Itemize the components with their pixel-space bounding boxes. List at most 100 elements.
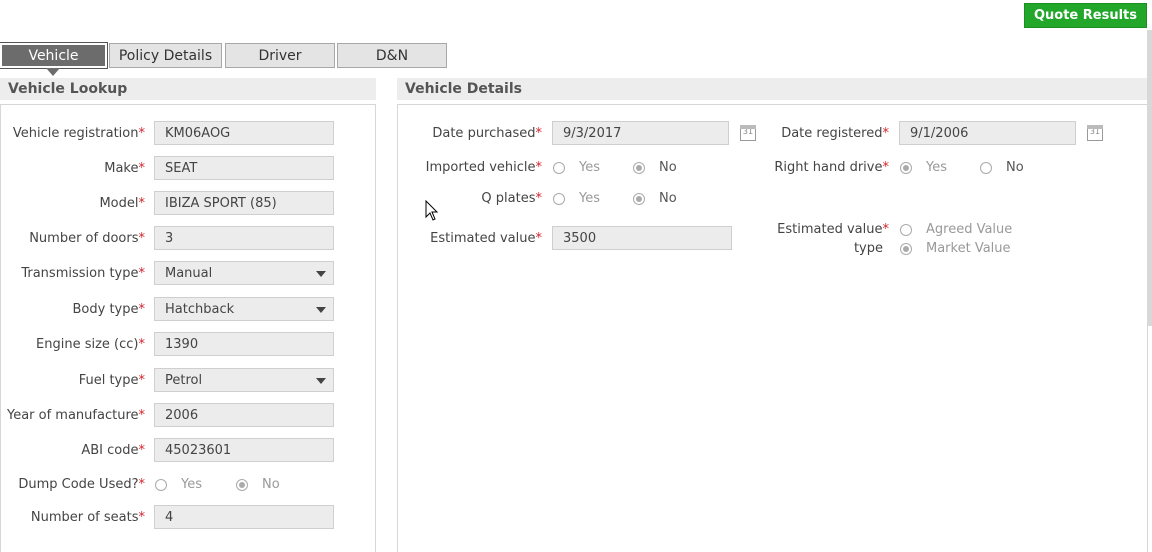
model-row: Model* IBIZA SPORT (85) [0, 191, 334, 215]
required-mark: * [535, 190, 543, 206]
required-mark: * [138, 476, 146, 492]
required-mark: * [138, 195, 146, 211]
required-mark: * [138, 372, 146, 388]
chevron-down-icon [316, 378, 326, 384]
registration-input[interactable]: KM06AOG [154, 121, 334, 145]
mouse-cursor-icon [425, 200, 439, 221]
q-plates-row: Q plates* [397, 189, 542, 207]
transmission-select[interactable]: Manual [154, 261, 334, 285]
registration-row: Vehicle registration* KM06AOG [0, 121, 334, 145]
dump-code-label: Dump Code Used? [18, 476, 139, 492]
fuel-select[interactable]: Petrol [154, 368, 334, 392]
estimated-value-input[interactable]: 3500 [552, 226, 732, 250]
date-purchased-row: Date purchased* 9/3/2017 [397, 121, 729, 145]
tab-dn[interactable]: D&N [337, 43, 447, 68]
make-label: Make [104, 160, 139, 176]
dump-code-no-radio[interactable]: No [236, 477, 280, 492]
scrollbar[interactable] [1147, 30, 1152, 326]
required-mark: * [535, 159, 543, 175]
q-plates-yes-radio[interactable]: Yes [553, 191, 600, 206]
fuel-value: Petrol [165, 372, 203, 388]
required-mark: * [882, 159, 890, 175]
estimated-value-type-label: Estimated value* type [777, 222, 890, 256]
body-row: Body type* Hatchback [0, 297, 334, 321]
imported-row: Imported vehicle* [397, 158, 542, 176]
date-registered-input[interactable]: 9/1/2006 [899, 121, 1076, 145]
vehicle-details-panel: Vehicle Details [397, 78, 1148, 552]
engine-input[interactable]: 1390 [154, 332, 334, 356]
tab-policy-details[interactable]: Policy Details [109, 43, 222, 68]
required-mark: * [138, 301, 146, 317]
radio-selected-icon [236, 478, 248, 491]
radio-selected-icon [633, 192, 645, 205]
fuel-row: Fuel type* Petrol [0, 368, 334, 392]
required-mark: * [138, 125, 146, 141]
required-mark: * [138, 336, 146, 352]
transmission-value: Manual [165, 265, 213, 281]
rhd-label: Right hand drive [774, 159, 883, 175]
model-input[interactable]: IBIZA SPORT (85) [154, 191, 334, 215]
required-mark: * [882, 222, 890, 237]
engine-row: Engine size (cc)* 1390 [0, 332, 334, 356]
required-mark: * [882, 125, 890, 141]
radio-selected-icon [900, 242, 912, 255]
required-mark: * [138, 265, 146, 281]
body-label: Body type [72, 301, 139, 317]
rhd-yes-radio[interactable]: Yes [900, 160, 947, 175]
quote-results-button[interactable]: Quote Results [1024, 3, 1147, 28]
date-purchased-label: Date purchased [432, 125, 536, 141]
radio-selected-icon [900, 161, 912, 174]
estimated-value-label: Estimated value [430, 230, 536, 246]
imported-no-radio[interactable]: No [633, 160, 677, 175]
vehicle-lookup-title: Vehicle Lookup [0, 78, 376, 100]
radio-icon [900, 223, 912, 236]
date-purchased-input[interactable]: 9/3/2017 [552, 121, 729, 145]
q-plates-label: Q plates [481, 190, 536, 206]
required-mark: * [535, 125, 543, 141]
make-row: Make* SEAT [0, 156, 334, 180]
imported-yes-radio[interactable]: Yes [553, 160, 600, 175]
seats-label: Number of seats [30, 509, 139, 525]
chevron-down-icon [316, 271, 326, 277]
model-label: Model [99, 195, 139, 211]
year-row: Year of manufacture* 2006 [0, 403, 334, 427]
engine-label: Engine size (cc) [36, 336, 139, 352]
dump-code-yes-radio[interactable]: Yes [155, 477, 202, 492]
required-mark: * [138, 160, 146, 176]
transmission-label: Transmission type [21, 265, 139, 281]
make-input[interactable]: SEAT [154, 156, 334, 180]
active-tab-pointer [46, 68, 60, 76]
radio-selected-icon [633, 161, 645, 174]
calendar-icon[interactable]: 31 [1087, 125, 1103, 141]
seats-input[interactable]: 4 [154, 505, 334, 529]
year-input[interactable]: 2006 [154, 403, 334, 427]
required-mark: * [138, 407, 146, 423]
abi-row: ABI code* 45023601 [0, 438, 334, 462]
radio-icon [553, 161, 565, 174]
date-registered-row: Date registered* 9/1/2006 [744, 121, 1076, 145]
required-mark: * [535, 230, 543, 246]
required-mark: * [138, 442, 146, 458]
tab-driver[interactable]: Driver [225, 43, 335, 68]
imported-label: Imported vehicle [425, 159, 536, 175]
vehicle-details-title: Vehicle Details [397, 78, 1148, 100]
doors-input[interactable]: 3 [154, 226, 334, 250]
tab-vehicle[interactable]: Vehicle [0, 42, 108, 69]
estimated-value-row: Estimated value* 3500 [397, 226, 732, 250]
doors-row: Number of doors* 3 [0, 226, 334, 250]
radio-icon [980, 161, 992, 174]
radio-icon [553, 192, 565, 205]
seats-row: Number of seats* 4 [0, 505, 334, 529]
market-value-radio[interactable]: Market Value [900, 241, 1011, 256]
chevron-down-icon [316, 307, 326, 313]
rhd-no-radio[interactable]: No [980, 160, 1024, 175]
radio-icon [155, 478, 167, 491]
fuel-label: Fuel type [78, 372, 139, 388]
abi-input[interactable]: 45023601 [154, 438, 334, 462]
agreed-value-radio[interactable]: Agreed Value [900, 222, 1012, 237]
dump-code-row: Dump Code Used?* [0, 475, 145, 493]
doors-label: Number of doors [29, 230, 139, 246]
body-select[interactable]: Hatchback [154, 297, 334, 321]
date-registered-label: Date registered [781, 125, 883, 141]
q-plates-no-radio[interactable]: No [633, 191, 677, 206]
